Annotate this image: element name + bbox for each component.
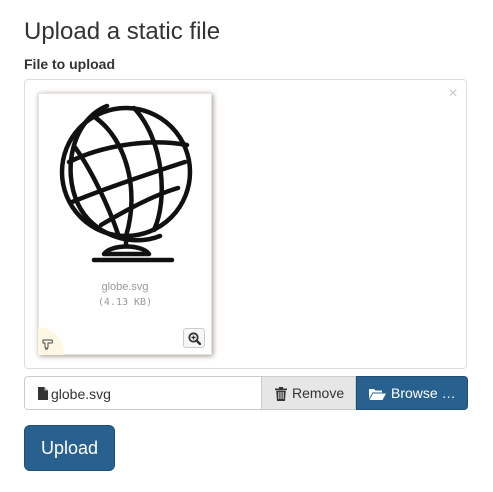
- upload-button[interactable]: Upload: [24, 425, 115, 471]
- file-thumbnail: globe.svg (4.13 KB): [38, 93, 212, 355]
- remove-button-label: Remove: [292, 385, 345, 401]
- page-title: Upload a static file: [24, 18, 221, 45]
- file-caption-text: globe.svg: [51, 386, 111, 402]
- zoom-button[interactable]: [183, 328, 205, 348]
- hand-pointer-icon: [42, 339, 54, 350]
- trash-icon: [275, 387, 287, 401]
- drag-handle[interactable]: [38, 327, 64, 355]
- file-preview-panel: × globe.svg (4.13 KB): [24, 79, 467, 369]
- close-icon[interactable]: ×: [446, 86, 460, 102]
- thumbnail-file-name: globe.svg: [101, 281, 149, 293]
- browse-button[interactable]: Browse …: [356, 376, 468, 410]
- file-field-label: File to upload: [24, 56, 115, 72]
- file-caption-field[interactable]: globe.svg: [24, 376, 261, 410]
- page: Upload a static file File to upload × gl…: [0, 0, 493, 492]
- zoom-in-icon: [188, 332, 201, 345]
- globe-icon: [59, 103, 193, 263]
- folder-open-icon: [369, 389, 386, 400]
- browse-button-label: Browse …: [391, 385, 456, 401]
- file-icon: [38, 387, 48, 400]
- file-input-group: globe.svg Remove Browse …: [24, 376, 468, 410]
- thumbnail-file-size: (4.13 KB): [97, 297, 153, 308]
- remove-button[interactable]: Remove: [261, 376, 356, 410]
